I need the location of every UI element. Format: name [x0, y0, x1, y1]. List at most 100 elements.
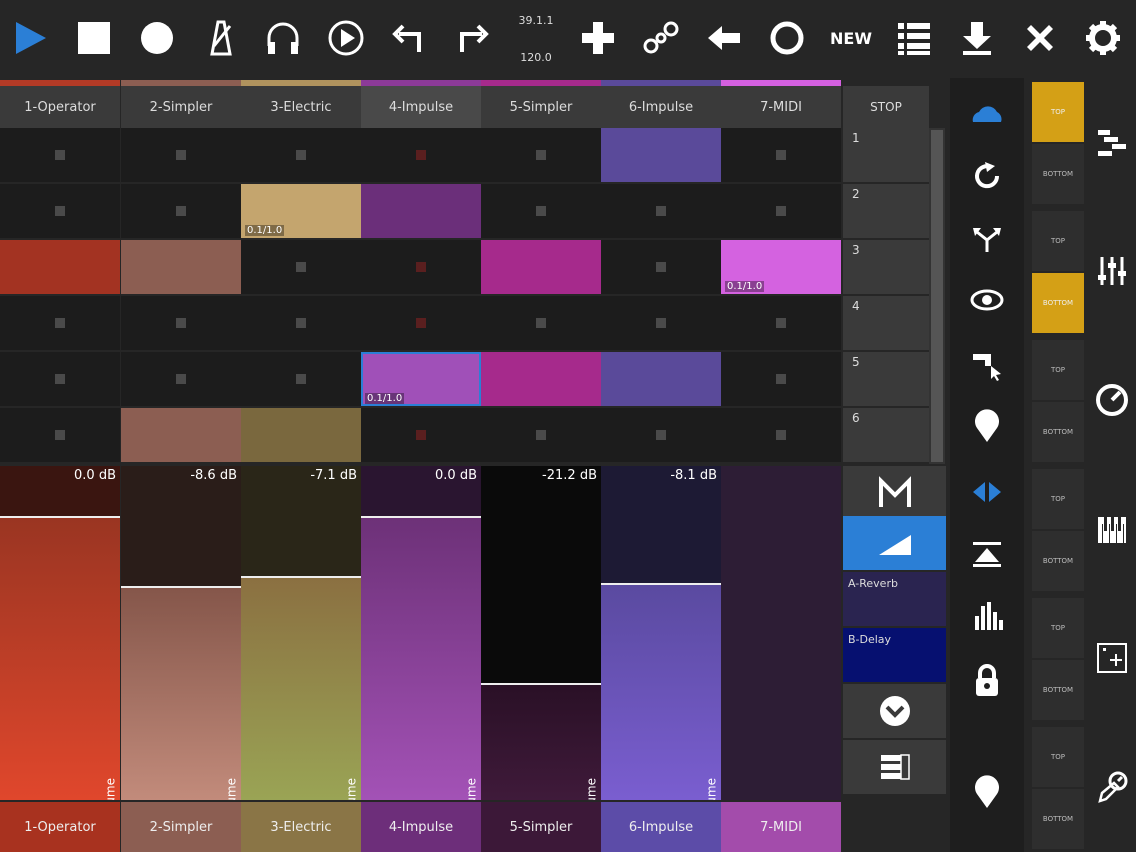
clip-slot-filled[interactable] — [601, 352, 721, 406]
clip-slot-filled[interactable] — [481, 240, 601, 294]
clip-slot-empty[interactable] — [0, 296, 120, 350]
record-icon[interactable] — [133, 14, 181, 62]
clip-slot-empty[interactable] — [721, 408, 841, 462]
collapse-sends-button[interactable] — [843, 684, 946, 738]
track-header[interactable]: 5-Simpler — [481, 80, 601, 128]
clip-slot-empty[interactable] — [241, 128, 361, 182]
master-button[interactable] — [843, 466, 946, 520]
clip-slot-empty[interactable] — [601, 184, 721, 238]
gear-icon[interactable] — [1079, 14, 1127, 62]
clip-slot-empty[interactable] — [721, 128, 841, 182]
scene-scroll-thumb[interactable] — [931, 130, 943, 462]
track-fader[interactable]: -21.2 dB Volume — [481, 466, 601, 800]
clip-slot-empty[interactable] — [0, 184, 120, 238]
clip-slot-filled[interactable] — [0, 240, 120, 294]
clip-slot-filled[interactable] — [601, 128, 721, 182]
clip-slot-filled[interactable] — [121, 408, 241, 462]
send-b-button[interactable]: B-Delay — [843, 628, 946, 682]
stop-icon[interactable] — [70, 14, 118, 62]
stop-all-button[interactable]: STOP — [843, 86, 929, 128]
clip-slot-empty[interactable] — [721, 184, 841, 238]
list-icon[interactable] — [890, 14, 938, 62]
track-fader[interactable]: -8.1 dB Volume — [601, 466, 721, 800]
headphones-icon[interactable] — [259, 14, 307, 62]
cloud-button[interactable] — [963, 90, 1011, 138]
show-bottom-button[interactable]: BOTTOM — [1032, 789, 1084, 849]
clip-slot-empty[interactable] — [601, 296, 721, 350]
show-top-button[interactable]: TOP — [1032, 340, 1084, 400]
split-arrows-button[interactable] — [963, 214, 1011, 262]
track-footer[interactable]: 5-Simpler — [481, 802, 601, 852]
rsv-button[interactable] — [843, 740, 946, 794]
track-footer[interactable]: 3-Electric — [241, 802, 361, 852]
clip-slot-empty[interactable] — [721, 296, 841, 350]
clip-slot-empty[interactable] — [601, 408, 721, 462]
show-top-button[interactable]: TOP — [1032, 469, 1084, 529]
track-fader[interactable]: -7.1 dB Volume — [241, 466, 361, 800]
scene-launch-button[interactable]: 2 — [843, 184, 929, 238]
location-pin-button[interactable] — [963, 402, 1011, 450]
track-header[interactable]: 1-Operator — [0, 80, 120, 128]
clip-slot-empty[interactable] — [241, 352, 361, 406]
download-icon[interactable] — [953, 14, 1001, 62]
clip-slot-filled[interactable] — [241, 408, 361, 462]
add-icon[interactable] — [574, 14, 622, 62]
track-footer[interactable]: 4-Impulse — [361, 802, 481, 852]
link-icon[interactable] — [637, 14, 685, 62]
metronome-icon[interactable] — [196, 14, 244, 62]
location-pin-button[interactable] — [963, 768, 1011, 816]
clip-slot-empty[interactable] — [601, 240, 721, 294]
scene-launch-button[interactable]: 6 — [843, 408, 929, 462]
scene-launch-button[interactable]: 5 — [843, 352, 929, 406]
add-device-icon[interactable] — [1094, 640, 1130, 676]
show-top-button[interactable]: TOP — [1032, 727, 1084, 787]
cursor-select-button[interactable] — [963, 340, 1011, 388]
show-bottom-button[interactable]: BOTTOM — [1032, 402, 1084, 462]
clip-slot-empty[interactable] — [121, 184, 241, 238]
dial-icon[interactable] — [1094, 382, 1130, 418]
clip-slot-empty[interactable] — [481, 408, 601, 462]
arrangement-icon[interactable] — [1094, 124, 1130, 160]
track-fader[interactable] — [721, 466, 841, 800]
track-fader[interactable]: 0.0 dB Volume — [361, 466, 481, 800]
mixer-sliders-icon[interactable] — [1094, 253, 1130, 289]
clip-slot-empty[interactable] — [361, 408, 481, 462]
clip-slot-filled[interactable] — [361, 184, 481, 238]
scene-launch-button[interactable]: 4 — [843, 296, 929, 350]
undo-icon[interactable] — [385, 14, 433, 62]
track-footer[interactable]: 1-Operator — [0, 802, 120, 852]
eye-button[interactable] — [963, 276, 1011, 324]
scene-launch-button[interactable]: 1 — [843, 128, 929, 182]
clip-slot-empty[interactable] — [0, 128, 120, 182]
track-footer[interactable]: 2-Simpler — [121, 802, 241, 852]
clip-slot-empty[interactable] — [361, 240, 481, 294]
refresh-button[interactable] — [963, 152, 1011, 200]
track-fader[interactable]: -8.6 dB Volume — [121, 466, 241, 800]
clip-slot-empty[interactable] — [241, 296, 361, 350]
track-fader[interactable]: 0.0 dB Volume — [0, 466, 120, 800]
clip-slot-empty[interactable] — [121, 128, 241, 182]
show-bottom-button[interactable]: BOTTOM — [1032, 660, 1084, 720]
clip-slot-empty[interactable] — [0, 408, 120, 462]
clip-slot-filled[interactable]: 0.1/1.0 — [361, 352, 481, 406]
send-a-button[interactable]: A-Reverb — [843, 572, 946, 626]
play-circle-icon[interactable] — [322, 14, 370, 62]
meter-button[interactable] — [963, 592, 1011, 640]
track-footer[interactable]: 6-Impulse — [601, 802, 721, 852]
clip-slot-empty[interactable] — [361, 296, 481, 350]
redo-icon[interactable] — [448, 14, 496, 62]
clip-slot-empty[interactable] — [121, 352, 241, 406]
collapse-up-button[interactable] — [963, 530, 1011, 578]
track-header[interactable]: 4-Impulse — [361, 80, 481, 128]
close-icon[interactable] — [1016, 14, 1064, 62]
show-top-button[interactable]: TOP — [1032, 82, 1084, 142]
show-bottom-button[interactable]: BOTTOM — [1032, 531, 1084, 591]
show-top-button[interactable]: TOP — [1032, 598, 1084, 658]
track-header[interactable]: 7-MIDI — [721, 80, 841, 128]
show-bottom-button[interactable]: BOTTOM — [1032, 273, 1084, 333]
track-header[interactable]: 2-Simpler — [121, 80, 241, 128]
clip-slot-empty[interactable] — [481, 128, 601, 182]
clip-slot-filled[interactable]: 0.1/1.0 — [241, 184, 361, 238]
circle-icon[interactable] — [763, 14, 811, 62]
keyboard-icon[interactable] — [1094, 511, 1130, 547]
